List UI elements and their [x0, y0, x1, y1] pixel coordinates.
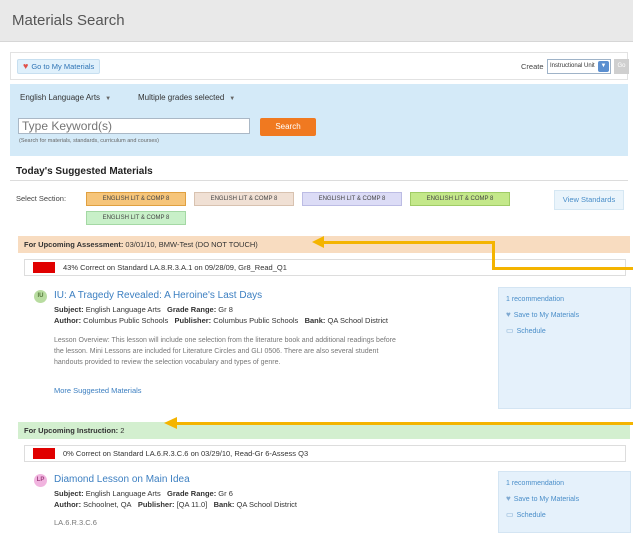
performance-indicator	[33, 448, 55, 459]
section-chip[interactable]: ENGLISH LIT & COMP 8	[86, 211, 186, 225]
go-to-my-materials-button[interactable]: ♥ Go to My Materials	[17, 59, 101, 74]
subject-value: English Language Arts	[85, 305, 161, 314]
unit-badge-icon: IU	[34, 290, 47, 303]
author-value: Schoolnet, QA	[83, 500, 132, 509]
lesson-plan-badge-icon: LP	[34, 474, 47, 487]
material-meta-author: Author: Schoolnet, QA Publisher: [QA 11.…	[54, 500, 297, 509]
description-line: handouts provided to review the selectio…	[54, 359, 281, 366]
upcoming-assessment-header: For Upcoming Assessment: 03/01/10, BMW-T…	[18, 236, 630, 253]
schedule-label: Schedule	[516, 328, 546, 335]
recommendation-panel: 1 recommendation ♥ Save to My Materials ▭…	[498, 471, 631, 533]
recommendation-count: 1 recommendation	[506, 296, 564, 303]
create-type-select[interactable]: Instructional Unit ▼	[547, 59, 611, 74]
grade-label: Grade Range:	[167, 489, 217, 498]
keyword-search-input[interactable]	[18, 118, 250, 134]
grade-label: Grade Range:	[167, 305, 217, 314]
calendar-icon: ▭	[506, 326, 514, 335]
publisher-label: Publisher:	[174, 316, 212, 325]
go-to-my-materials-label: Go to My Materials	[31, 62, 95, 71]
annotation-arrow-head	[312, 236, 324, 248]
select-section-label: Select Section:	[16, 194, 67, 203]
save-to-my-materials-label: Save to My Materials	[513, 496, 580, 503]
description-line: the lesson. Mini Lessons are included fo…	[54, 348, 379, 355]
assessment-status-text: 43% Correct on Standard LA.8.R.3.A.1 on …	[63, 263, 287, 272]
standard-code: LA.6.R.3.C.6	[54, 518, 97, 527]
material-meta-subject: Subject: English Language Arts Grade Ran…	[54, 305, 233, 314]
subject-dropdown-value: English Language Arts	[20, 93, 101, 102]
grades-dropdown-value: Multiple grades selected	[138, 93, 225, 102]
material-meta-author: Author: Columbus Public Schools Publishe…	[54, 316, 388, 325]
assessment-heading-label: For Upcoming Assessment:	[24, 240, 124, 249]
instruction-heading-label: For Upcoming Instruction:	[24, 426, 119, 435]
toolbar: ♥ Go to My Materials Create Instructiona…	[10, 52, 629, 80]
search-panel: English Language Arts ▼ Multiple grades s…	[10, 84, 628, 156]
save-to-my-materials-label: Save to My Materials	[513, 312, 580, 319]
schedule-link[interactable]: ▭ Schedule	[506, 326, 546, 335]
author-label: Author:	[54, 316, 82, 325]
bank-label: Bank:	[213, 500, 235, 509]
chevron-down-icon: ▼	[598, 61, 609, 72]
heart-icon: ♥	[23, 61, 29, 71]
heart-icon: ♥	[506, 310, 511, 319]
search-button[interactable]: Search	[260, 118, 316, 136]
heart-icon: ♥	[506, 494, 511, 503]
annotation-arrow-line	[492, 241, 495, 269]
subject-label: Subject:	[54, 305, 84, 314]
material-title-link[interactable]: IU: A Tragedy Revealed: A Heroine's Last…	[54, 290, 262, 301]
section-chip[interactable]: ENGLISH LIT & COMP 8	[410, 192, 510, 206]
create-go-button[interactable]: Go	[614, 59, 629, 74]
page-title: Materials Search	[12, 12, 125, 29]
bank-value: QA School District	[327, 316, 388, 325]
instruction-status-text: 0% Correct on Standard LA.6.R.3.C.6 on 0…	[63, 449, 309, 458]
search-hint: (Search for materials, standards, curric…	[19, 138, 159, 144]
bank-value: QA School District	[236, 500, 297, 509]
grade-value: Gr 8	[218, 305, 233, 314]
section-chip[interactable]: ENGLISH LIT & COMP 8	[302, 192, 402, 206]
subject-label: Subject:	[54, 489, 84, 498]
publisher-value: [QA 11.0]	[176, 500, 208, 509]
author-label: Author:	[54, 500, 82, 509]
divider	[10, 180, 628, 181]
create-type-value: Instructional Unit	[550, 63, 595, 69]
annotation-arrow-line	[322, 241, 494, 244]
publisher-label: Publisher:	[137, 500, 175, 509]
publisher-value: Columbus Public Schools	[213, 316, 299, 325]
description-line: Lesson Overview: This lesson will includ…	[54, 337, 396, 344]
caret-down-icon: ▼	[105, 96, 112, 102]
material-item: LP Diamond Lesson on Main Idea Subject: …	[18, 466, 631, 538]
save-to-my-materials-link[interactable]: ♥ Save to My Materials	[506, 310, 579, 319]
author-value: Columbus Public Schools	[83, 316, 169, 325]
caret-down-icon: ▼	[229, 96, 236, 102]
subject-value: English Language Arts	[85, 489, 161, 498]
subject-dropdown[interactable]: English Language Arts ▼	[20, 93, 111, 102]
annotation-arrow-head	[164, 417, 177, 429]
suggested-materials-title: Today's Suggested Materials	[16, 166, 153, 177]
instruction-heading-value: 2	[118, 426, 125, 435]
save-to-my-materials-link[interactable]: ♥ Save to My Materials	[506, 494, 579, 503]
bank-label: Bank:	[304, 316, 326, 325]
schedule-link[interactable]: ▭ Schedule	[506, 510, 546, 519]
section-chip[interactable]: ENGLISH LIT & COMP 8	[86, 192, 186, 206]
annotation-arrow-line	[492, 267, 633, 270]
create-label: Create	[521, 62, 544, 71]
material-description: Lesson Overview: This lesson will includ…	[54, 335, 490, 368]
material-item: IU IU: A Tragedy Revealed: A Heroine's L…	[18, 282, 631, 418]
grades-dropdown[interactable]: Multiple grades selected ▼	[138, 93, 235, 102]
section-chip[interactable]: ENGLISH LIT & COMP 8	[194, 192, 294, 206]
calendar-icon: ▭	[506, 510, 514, 519]
assessment-heading-value: 03/01/10, BMW-Test (DO NOT TOUCH)	[123, 240, 258, 249]
material-meta-subject: Subject: English Language Arts Grade Ran…	[54, 489, 233, 498]
schedule-label: Schedule	[516, 512, 546, 519]
annotation-arrow-line	[176, 422, 633, 425]
title-bar: Materials Search	[0, 0, 633, 42]
view-standards-button[interactable]: View Standards	[554, 190, 624, 210]
more-suggested-materials-link[interactable]: More Suggested Materials	[54, 386, 142, 395]
suggested-materials-panel: Today's Suggested Materials Select Secti…	[10, 160, 631, 538]
recommendation-count: 1 recommendation	[506, 480, 564, 487]
material-title-link[interactable]: Diamond Lesson on Main Idea	[54, 474, 190, 485]
instruction-status-row: 0% Correct on Standard LA.6.R.3.C.6 on 0…	[24, 445, 626, 462]
recommendation-panel: 1 recommendation ♥ Save to My Materials ▭…	[498, 287, 631, 409]
performance-indicator	[33, 262, 55, 273]
grade-value: Gr 6	[218, 489, 233, 498]
